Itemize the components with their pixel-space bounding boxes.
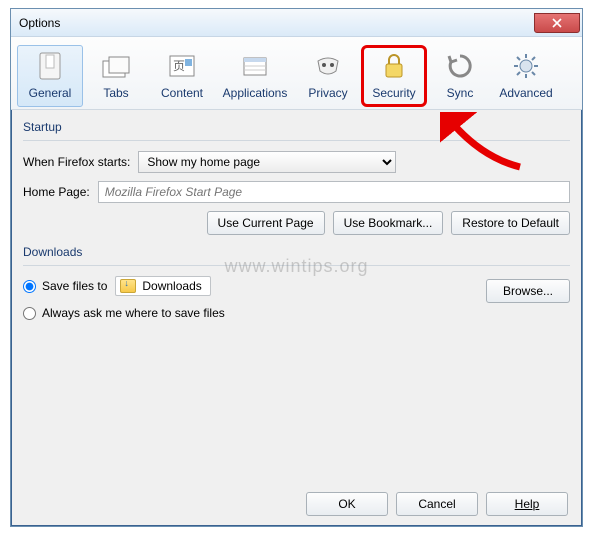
divider <box>23 140 570 141</box>
save-files-to-label: Save files to <box>42 279 107 293</box>
save-files-to-radio[interactable] <box>23 280 36 293</box>
gear-icon <box>510 50 542 82</box>
svg-text:页: 页 <box>173 59 185 73</box>
close-icon <box>552 18 562 28</box>
browse-button[interactable]: Browse... <box>486 279 570 303</box>
home-page-label: Home Page: <box>23 185 90 199</box>
tab-tabs[interactable]: Tabs <box>83 45 149 107</box>
general-panel: Startup When Firefox starts: Show my hom… <box>11 110 582 338</box>
tab-sync[interactable]: Sync <box>427 45 493 107</box>
tab-label: Sync <box>447 86 474 100</box>
always-ask-label: Always ask me where to save files <box>42 306 225 320</box>
tab-advanced[interactable]: Advanced <box>493 45 559 107</box>
mask-icon <box>312 50 344 82</box>
when-firefox-starts-select[interactable]: Show my home page <box>138 151 396 173</box>
options-window: Options General Tabs 页 Content Applicati… <box>10 8 583 527</box>
tabs-icon <box>100 50 132 82</box>
category-toolbar: General Tabs 页 Content Applications Priv… <box>11 37 582 110</box>
startup-heading: Startup <box>23 120 570 134</box>
when-firefox-starts-label: When Firefox starts: <box>23 155 130 169</box>
window-title: Options <box>19 16 60 30</box>
download-folder-name: Downloads <box>142 279 201 293</box>
always-ask-radio[interactable] <box>23 307 36 320</box>
tab-label: Advanced <box>499 86 552 100</box>
tab-content[interactable]: 页 Content <box>149 45 215 107</box>
tab-privacy[interactable]: Privacy <box>295 45 361 107</box>
tab-label: Content <box>161 86 203 100</box>
applications-icon <box>239 50 271 82</box>
home-page-input[interactable] <box>98 181 570 203</box>
folder-icon <box>120 279 136 293</box>
dialog-footer: OK Cancel Help <box>306 492 568 516</box>
tab-label: Applications <box>223 86 288 100</box>
use-current-page-button[interactable]: Use Current Page <box>207 211 325 235</box>
use-bookmark-button[interactable]: Use Bookmark... <box>333 211 444 235</box>
divider <box>23 265 570 266</box>
ok-button[interactable]: OK <box>306 492 388 516</box>
titlebar: Options <box>11 9 582 37</box>
tab-label: Privacy <box>308 86 347 100</box>
tab-applications[interactable]: Applications <box>215 45 295 107</box>
switch-icon <box>34 50 66 82</box>
tab-label: Security <box>372 86 415 100</box>
close-button[interactable] <box>534 13 580 33</box>
tab-security[interactable]: Security <box>361 45 427 107</box>
tab-label: General <box>29 86 72 100</box>
restore-default-button[interactable]: Restore to Default <box>451 211 570 235</box>
cancel-button[interactable]: Cancel <box>396 492 478 516</box>
sync-icon <box>444 50 476 82</box>
tab-general[interactable]: General <box>17 45 83 107</box>
download-folder-display: Downloads <box>115 276 210 296</box>
content-icon: 页 <box>166 50 198 82</box>
help-button[interactable]: Help <box>486 492 568 516</box>
downloads-heading: Downloads <box>23 245 570 259</box>
lock-icon <box>378 50 410 82</box>
tab-label: Tabs <box>103 86 128 100</box>
